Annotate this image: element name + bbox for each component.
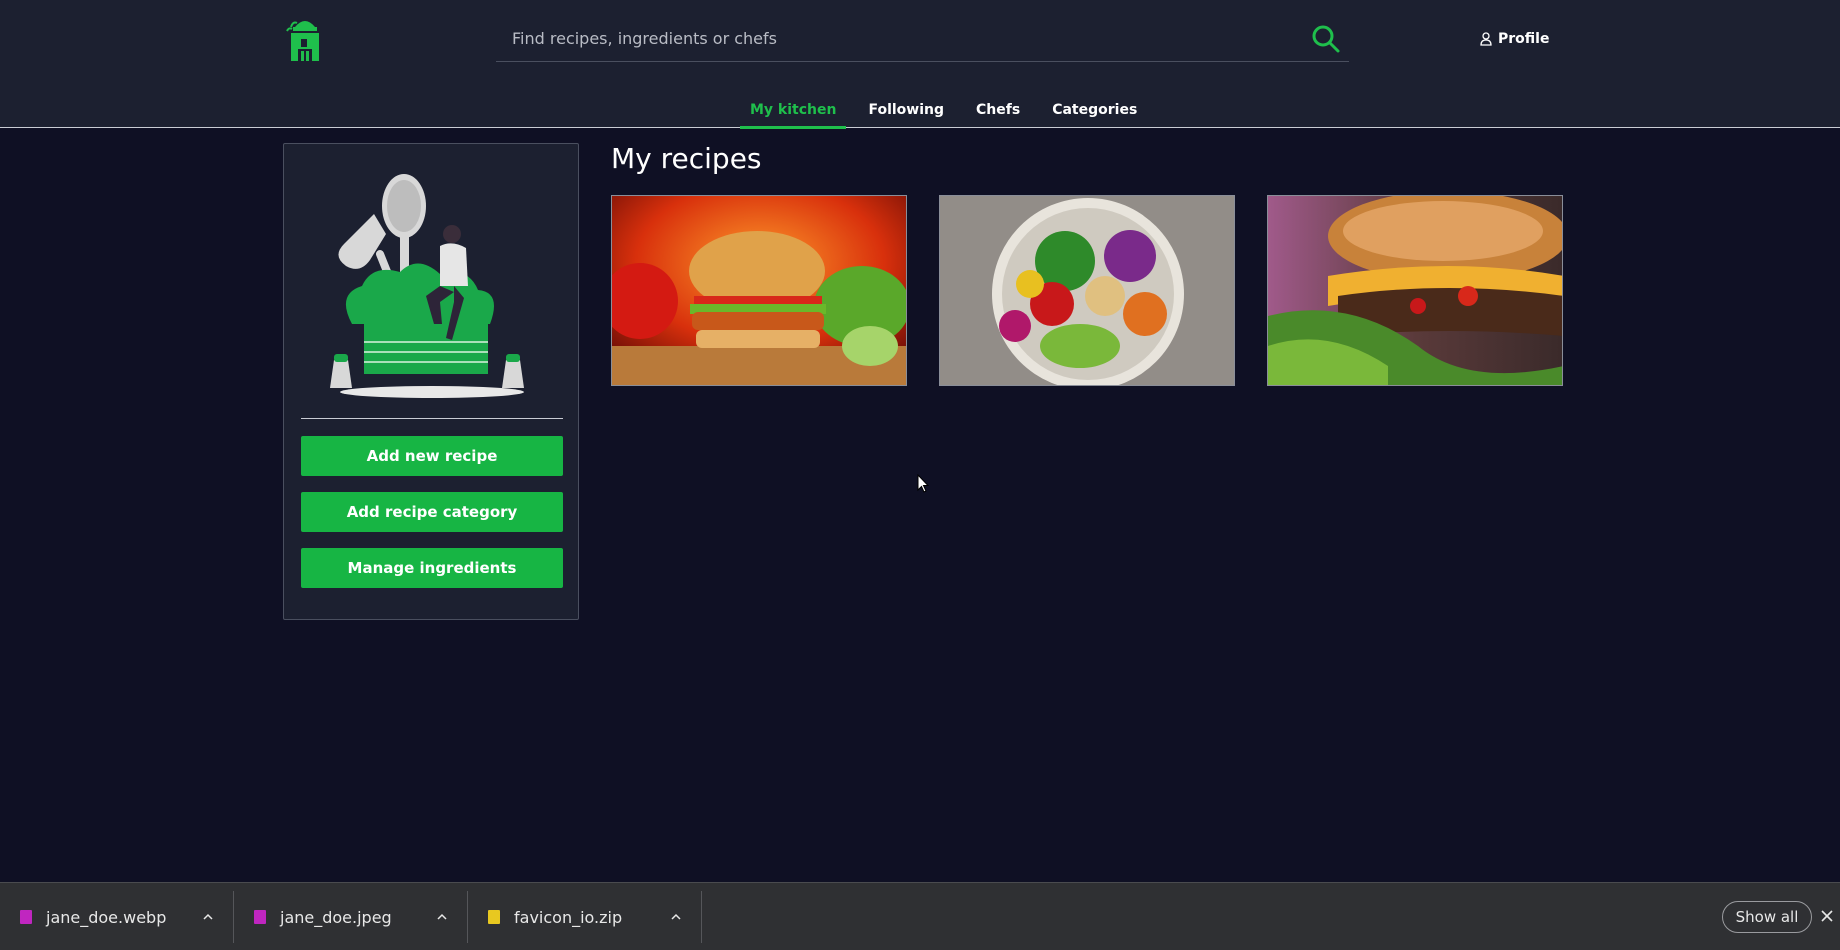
download-filename: jane_doe.webp — [46, 907, 167, 927]
image-file-icon — [254, 910, 266, 924]
chef-hat-illustration — [322, 174, 540, 400]
sidebar-divider — [301, 418, 563, 419]
close-icon — [1821, 910, 1833, 922]
main-nav: My kitchen Following Chefs Categories — [740, 98, 1159, 129]
user-icon — [1480, 32, 1492, 46]
recipe-card[interactable] — [939, 195, 1235, 386]
profile-link[interactable]: Profile — [1480, 28, 1549, 50]
download-item[interactable]: favicon_io.zip — [468, 891, 702, 943]
download-item[interactable]: jane_doe.webp — [0, 891, 234, 943]
recipe-card[interactable] — [611, 195, 907, 386]
tab-following[interactable]: Following — [858, 98, 954, 128]
image-file-icon — [20, 910, 32, 924]
search-bar — [496, 16, 1349, 62]
downloads-bar: jane_doe.webp jane_doe.jpeg favicon_io.z… — [0, 882, 1840, 950]
chevron-up-icon[interactable] — [201, 910, 215, 924]
add-recipe-button[interactable]: Add new recipe — [301, 436, 563, 476]
logo-icon[interactable] — [283, 17, 325, 63]
top-header: Profile My kitchen Following Chefs Categ… — [0, 0, 1840, 129]
search-button[interactable] — [1311, 24, 1341, 54]
tab-chefs[interactable]: Chefs — [966, 98, 1030, 128]
search-icon — [1312, 25, 1340, 53]
cheeseburger-image — [1268, 196, 1562, 385]
tab-my-kitchen[interactable]: My kitchen — [740, 98, 847, 129]
show-all-downloads-button[interactable]: Show all — [1722, 901, 1812, 933]
zip-file-icon — [488, 910, 500, 924]
add-category-button[interactable]: Add recipe category — [301, 492, 563, 532]
kitchen-sidebar: Add new recipe Add recipe category Manag… — [283, 143, 579, 620]
manage-ingredients-button[interactable]: Manage ingredients — [301, 548, 563, 588]
salad-image — [940, 196, 1234, 385]
recipe-card[interactable] — [1267, 195, 1563, 386]
download-filename: jane_doe.jpeg — [280, 907, 392, 927]
close-downloads-button[interactable] — [1818, 907, 1836, 925]
search-input[interactable] — [496, 16, 1296, 60]
chevron-up-icon[interactable] — [669, 910, 683, 924]
profile-label: Profile — [1498, 31, 1550, 47]
burger-image — [612, 196, 906, 385]
download-item[interactable]: jane_doe.jpeg — [234, 891, 468, 943]
chevron-up-icon[interactable] — [435, 910, 449, 924]
mouse-cursor-icon — [917, 474, 929, 493]
page-title: My recipes — [611, 142, 762, 175]
download-filename: favicon_io.zip — [514, 907, 623, 927]
tab-categories[interactable]: Categories — [1042, 98, 1147, 128]
